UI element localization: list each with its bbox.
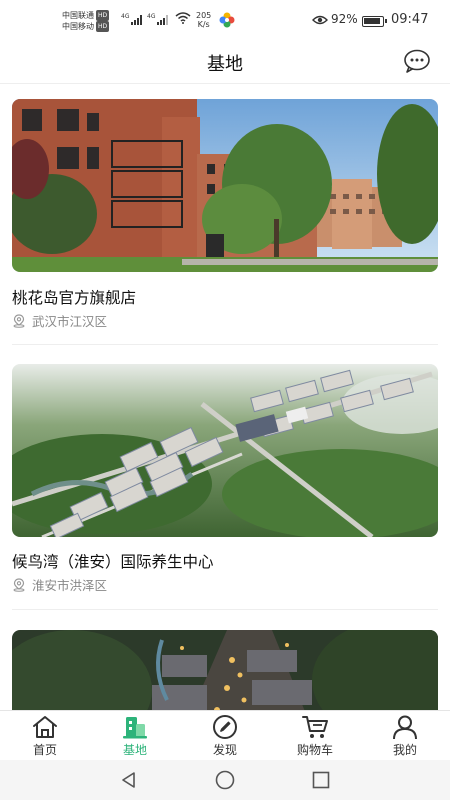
tab-label: 发现 bbox=[212, 743, 237, 757]
tab-label: 基地 bbox=[122, 743, 147, 757]
tab-bases[interactable]: 基地 bbox=[90, 711, 180, 761]
tab-label: 首页 bbox=[32, 743, 57, 757]
status-bar: 中国联通 HD 中国移动 HD 4G 4G 205 K/s 92% 09:47 bbox=[0, 0, 450, 40]
divider bbox=[12, 609, 438, 610]
base-name[interactable]: 候鸟湾（淮安）国际养生中心 bbox=[12, 550, 214, 572]
building-icon bbox=[123, 717, 147, 739]
base-location: 淮安市洪泽区 bbox=[12, 575, 107, 594]
user-icon bbox=[393, 715, 417, 740]
base-card[interactable] bbox=[12, 630, 438, 710]
signal-1-icon: 4G bbox=[121, 13, 143, 25]
carrier-1: 中国联通 bbox=[62, 11, 94, 20]
tab-cart[interactable]: 购物车 bbox=[270, 711, 360, 761]
system-nav-bar bbox=[0, 760, 450, 800]
base-card[interactable]: 候鸟湾（淮安）国际养生中心 淮安市洪泽区 bbox=[12, 364, 438, 593]
home-circle-icon[interactable] bbox=[214, 770, 236, 790]
battery-icon bbox=[362, 16, 387, 27]
apartment-building-photo[interactable] bbox=[12, 99, 438, 272]
base-location-text: 武汉市江汉区 bbox=[32, 314, 108, 329]
hd-badge: HD bbox=[96, 21, 110, 32]
tab-label: 购物车 bbox=[296, 743, 333, 757]
back-triangle-icon[interactable] bbox=[119, 770, 139, 790]
base-card[interactable]: 桃花岛官方旗舰店 武汉市江汉区 bbox=[12, 99, 438, 329]
eye-icon bbox=[312, 15, 328, 25]
home-icon bbox=[33, 716, 57, 738]
carrier-info: 中国联通 HD 中国移动 HD bbox=[62, 10, 110, 32]
base-location-text: 淮安市洪泽区 bbox=[32, 578, 108, 593]
bottom-tab-bar: 首页 基地 发现 购物车 我的 bbox=[0, 710, 450, 760]
clock: 09:47 bbox=[391, 12, 429, 27]
page-title: 基地 bbox=[207, 54, 243, 75]
divider bbox=[12, 344, 438, 345]
tab-label: 我的 bbox=[392, 743, 417, 757]
base-location: 武汉市江汉区 bbox=[12, 311, 107, 330]
base-list: 桃花岛官方旗舰店 武汉市江汉区 候鸟湾（淮安）国际养生中心 淮安市洪泽区 bbox=[0, 85, 450, 710]
recents-square-icon[interactable] bbox=[311, 770, 331, 790]
compass-icon bbox=[213, 715, 237, 739]
base-name[interactable]: 桃花岛官方旗舰店 bbox=[12, 286, 136, 308]
pinwheel-icon bbox=[219, 12, 235, 28]
hd-badge: HD bbox=[96, 10, 110, 21]
aerial-night-town-photo[interactable] bbox=[12, 630, 438, 710]
aerial-resort-photo[interactable] bbox=[12, 364, 438, 537]
battery-percent: 92% bbox=[331, 12, 358, 26]
wifi-icon bbox=[175, 12, 191, 24]
location-pin-icon bbox=[13, 313, 25, 328]
tab-discover[interactable]: 发现 bbox=[180, 711, 270, 761]
signal-2-icon: 4G bbox=[147, 13, 169, 25]
tab-me[interactable]: 我的 bbox=[360, 711, 450, 761]
carrier-2: 中国移动 bbox=[62, 22, 94, 31]
chat-dots-icon[interactable] bbox=[403, 49, 431, 73]
cart-icon bbox=[302, 716, 328, 738]
header: 基地 bbox=[0, 40, 450, 84]
location-pin-icon bbox=[13, 577, 25, 592]
tab-home[interactable]: 首页 bbox=[0, 711, 90, 761]
network-speed: 205 K/s bbox=[196, 11, 212, 29]
